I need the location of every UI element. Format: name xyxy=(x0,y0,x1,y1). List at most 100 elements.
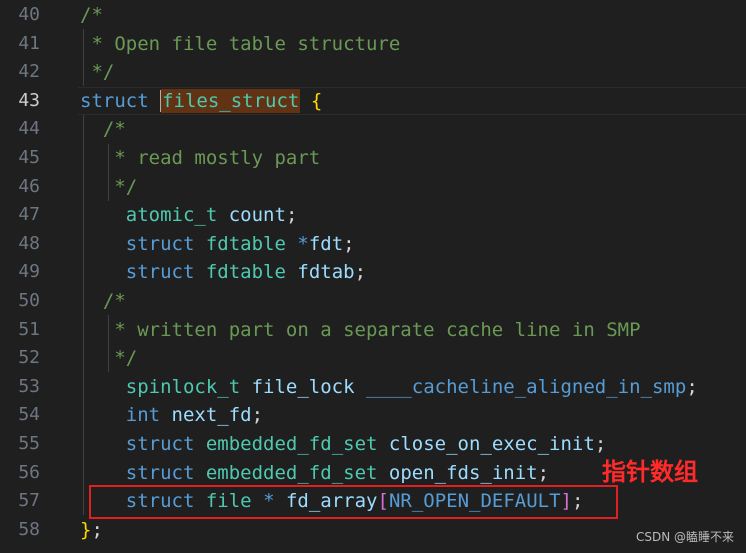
code-token: spinlock_t xyxy=(125,375,241,398)
code-token: /* xyxy=(80,118,126,141)
line-number: 57 xyxy=(18,490,40,512)
code-token: ; xyxy=(537,461,550,484)
code-text: /* xyxy=(80,287,126,316)
code-line[interactable]: 51 * written part on a separate cache li… xyxy=(0,316,746,345)
line-number: 49 xyxy=(18,261,40,283)
code-token: file_lock xyxy=(251,375,355,398)
code-token: ; xyxy=(354,261,367,284)
line-number: 44 xyxy=(18,118,40,140)
annotation-label: 指针数组 xyxy=(602,458,698,486)
line-number: 46 xyxy=(18,175,40,197)
code-token: fdtable xyxy=(205,232,286,255)
line-number: 58 xyxy=(18,518,40,540)
code-text: atomic_t count; xyxy=(80,201,298,230)
code-token: struct xyxy=(125,232,195,255)
code-token: next_fd xyxy=(171,404,252,427)
code-text: spinlock_t file_lock ____cacheline_align… xyxy=(80,373,698,402)
code-token: int xyxy=(125,404,161,427)
line-number: 48 xyxy=(18,232,40,254)
code-line[interactable]: 49 struct fdtable fdtab; xyxy=(0,258,746,287)
code-token: atomic_t xyxy=(125,204,218,227)
code-token: } xyxy=(80,518,92,541)
line-number: 54 xyxy=(18,404,40,426)
code-token: * read mostly part xyxy=(80,147,321,169)
code-token: * written part on a separate cache line … xyxy=(80,318,641,341)
code-token: fdtable xyxy=(205,261,286,284)
code-line[interactable]: 45 * read mostly part xyxy=(0,144,746,173)
code-token: * Open file table structure xyxy=(80,32,401,55)
code-line[interactable]: 40 /* xyxy=(0,1,746,30)
code-text: * read mostly part xyxy=(80,144,320,173)
code-line[interactable]: 47 atomic_t count; xyxy=(0,201,746,230)
code-text: }; xyxy=(80,516,103,545)
code-token: { xyxy=(310,89,323,112)
line-number: 47 xyxy=(18,204,40,226)
line-number: 42 xyxy=(18,61,40,83)
code-token: count xyxy=(228,204,286,227)
code-line[interactable]: 58}; xyxy=(0,516,746,545)
highlight-box xyxy=(89,485,618,519)
code-line[interactable]: 52 */ xyxy=(0,344,746,373)
code-text: struct files_struct { xyxy=(80,87,322,116)
code-line[interactable]: 53 spinlock_t file_lock ____cacheline_al… xyxy=(0,373,746,402)
code-token: ____cacheline_aligned_in_smp xyxy=(366,375,687,398)
code-text: */ xyxy=(80,58,114,87)
code-token: */ xyxy=(80,61,115,84)
code-token: open_fds_init xyxy=(388,461,538,484)
code-line[interactable]: 48 struct fdtable *fdt; xyxy=(0,230,746,259)
line-number: 41 xyxy=(18,32,40,54)
code-token: struct xyxy=(125,433,195,455)
code-token: ; xyxy=(91,518,103,541)
code-line[interactable]: 44 /* xyxy=(0,115,746,144)
code-token: struct xyxy=(125,261,195,284)
line-number: 43 xyxy=(18,89,40,111)
code-token: struct xyxy=(80,89,149,112)
code-line[interactable]: 42 */ xyxy=(0,58,746,87)
code-text: int next_fd; xyxy=(80,401,263,430)
code-editor[interactable]: 58}; 57 struct file * fd_array[NR_OPEN_DE… xyxy=(0,0,746,553)
code-text: struct embedded_fd_set open_fds_init; xyxy=(80,459,549,488)
indent-guide xyxy=(108,315,109,372)
line-number: 51 xyxy=(18,318,40,340)
code-token: fdt xyxy=(308,232,344,255)
code-token: ; xyxy=(285,204,298,227)
code-token: struct xyxy=(125,461,195,484)
code-line[interactable]: 46 */ xyxy=(0,173,746,202)
code-text: struct fdtable fdtab; xyxy=(80,258,366,287)
code-token: /* xyxy=(80,4,103,26)
code-line[interactable]: 54 int next_fd; xyxy=(0,401,746,430)
code-text: struct fdtable *fdt; xyxy=(80,230,355,259)
indent-guide xyxy=(108,144,109,201)
code-text: * Open file table structure xyxy=(80,30,400,59)
indent-guide xyxy=(83,115,84,515)
line-number: 53 xyxy=(18,375,40,397)
code-line[interactable]: 50 /* xyxy=(0,287,746,316)
line-number: 52 xyxy=(18,347,40,369)
code-token: ; xyxy=(343,232,355,255)
code-token: * xyxy=(297,232,309,255)
code-line[interactable]: 41 * Open file table structure xyxy=(0,30,746,59)
code-text: struct embedded_fd_set close_on_exec_ini… xyxy=(80,430,607,459)
code-token: close_on_exec_init xyxy=(388,433,595,455)
line-number: 55 xyxy=(18,433,40,454)
code-line[interactable]: 43 struct files_struct { xyxy=(0,86,746,116)
watermark: CSDN @瞌睡不来 xyxy=(635,530,734,544)
